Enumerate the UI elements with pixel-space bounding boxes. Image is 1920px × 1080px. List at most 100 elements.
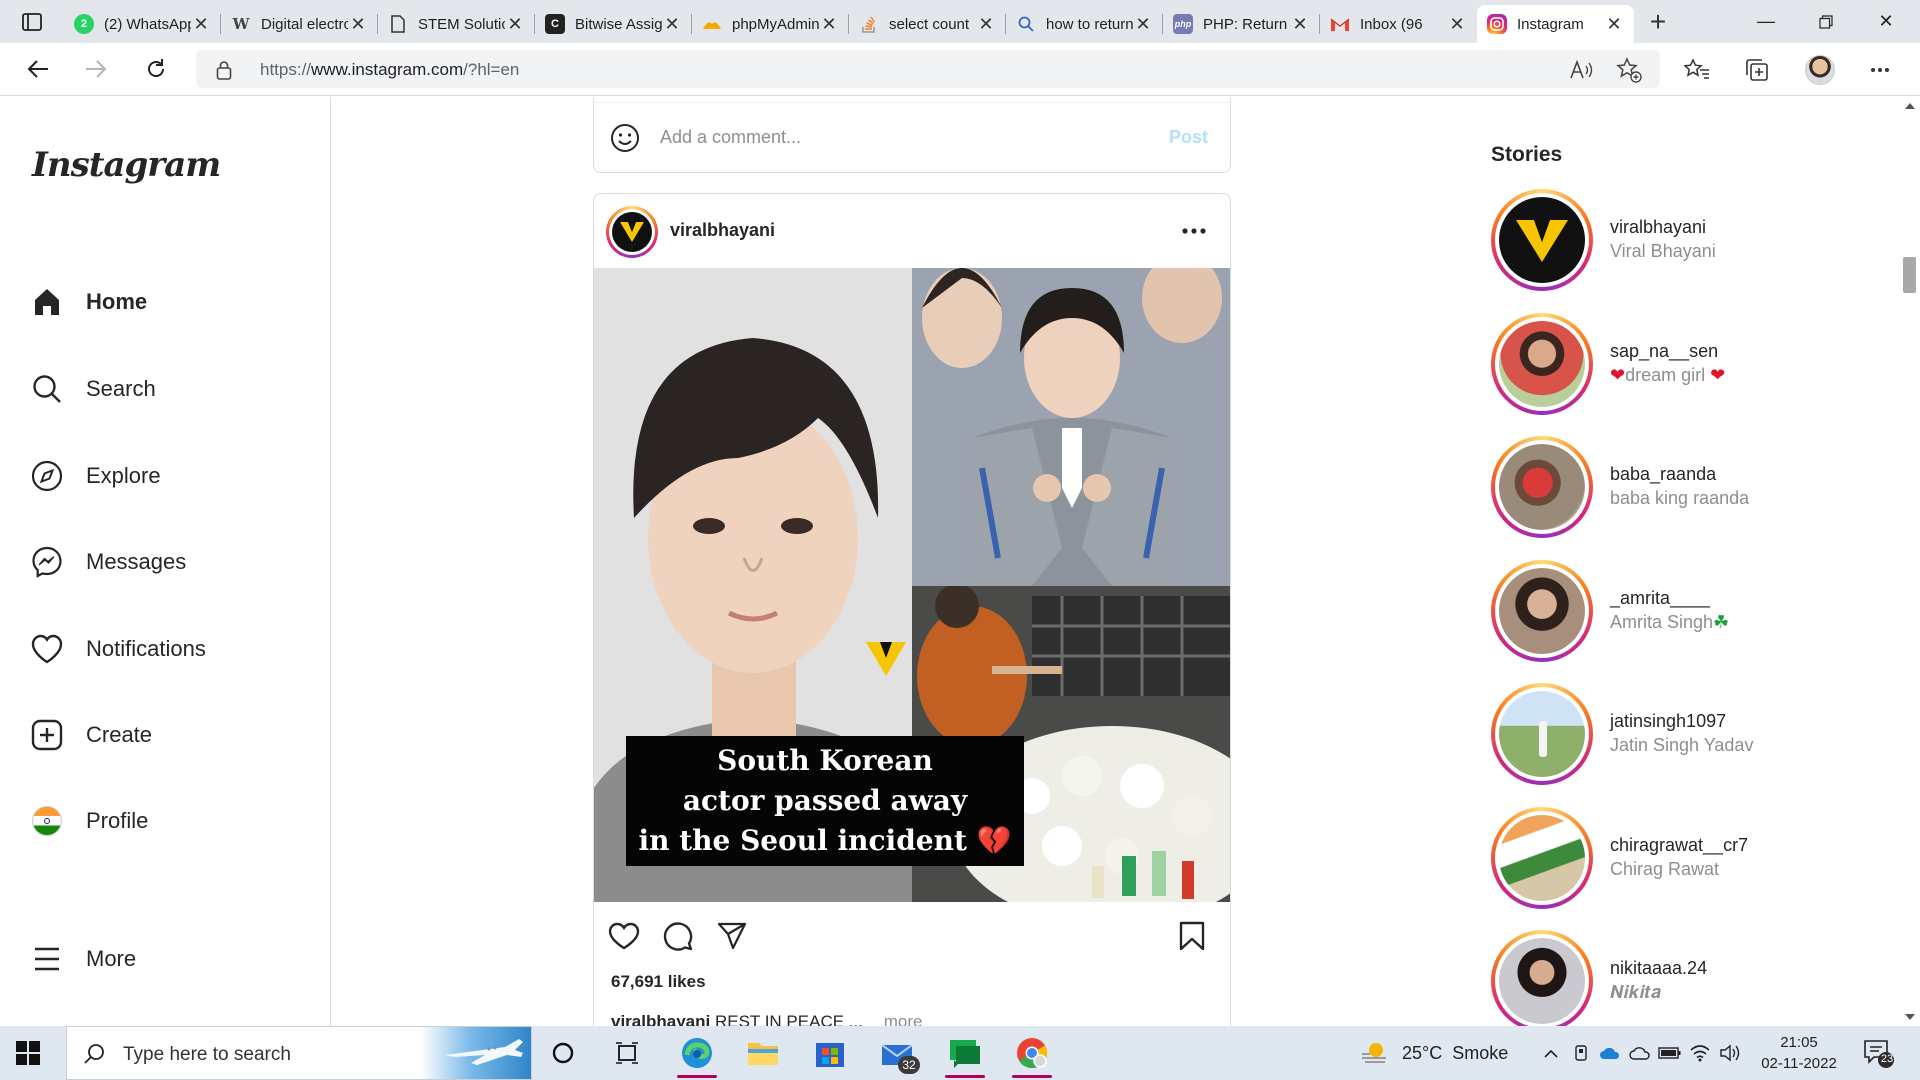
tab-how-to-return[interactable]: how to return ✕ <box>1006 5 1163 43</box>
image-caption-line-2: actor passed away <box>682 784 968 817</box>
comment-input[interactable]: Add a comment... <box>660 127 801 148</box>
share-button[interactable] <box>714 918 750 954</box>
collections-button[interactable] <box>1740 53 1774 87</box>
comment-button[interactable] <box>660 918 696 954</box>
add-favorite-button[interactable] <box>1612 53 1646 87</box>
scrollbar-thumb[interactable] <box>1903 257 1916 293</box>
tray-volume[interactable] <box>1717 1040 1743 1066</box>
settings-menu-button[interactable] <box>1863 53 1897 87</box>
red-heart-icon: ❤ <box>1710 365 1726 385</box>
scroll-down-icon[interactable] <box>1905 1014 1915 1020</box>
tab-wikipedia[interactable]: W Digital electronics ✕ <box>221 5 378 43</box>
read-aloud-button[interactable] <box>1565 53 1599 87</box>
close-icon[interactable]: ✕ <box>191 14 211 34</box>
taskbar-clock[interactable]: 21:05 02-11-2022 <box>1754 1032 1844 1074</box>
post-author-avatar[interactable] <box>606 206 658 258</box>
close-window-button[interactable]: ✕ <box>1856 0 1916 43</box>
action-center-button[interactable]: 23 <box>1862 1038 1896 1070</box>
caption-more-link[interactable]: more <box>884 1012 923 1026</box>
story-name: Amrita Singh☘ <box>1610 612 1730 632</box>
lock-icon <box>216 61 232 80</box>
taskbar-mail[interactable]: 32 <box>868 1028 928 1078</box>
post-comment-button[interactable]: Post <box>1169 127 1208 148</box>
favorites-button[interactable] <box>1680 53 1714 87</box>
post-actions <box>594 902 1230 962</box>
tab-instagram[interactable]: Instagram ✕ <box>1477 5 1634 43</box>
like-button[interactable] <box>606 918 642 954</box>
show-hidden-icons-button[interactable] <box>1538 1040 1564 1066</box>
story-item[interactable]: baba_raanda baba king raanda <box>1491 436 1821 538</box>
refresh-button[interactable] <box>136 51 176 87</box>
back-button[interactable] <box>18 51 58 87</box>
tray-network[interactable] <box>1687 1040 1713 1066</box>
taskbar-file-explorer[interactable] <box>733 1028 793 1078</box>
scroll-up-icon[interactable] <box>1905 103 1915 109</box>
tray-device[interactable] <box>1568 1040 1594 1066</box>
nav-home[interactable]: Home <box>30 274 310 330</box>
taskbar-edge[interactable] <box>667 1028 727 1078</box>
post-image[interactable]: South Korean actor passed away in the Se… <box>594 268 1230 902</box>
story-item[interactable]: chiragrawat__cr7 Chirag Rawat <box>1491 807 1821 909</box>
cloud-icon <box>1600 1047 1620 1059</box>
story-item[interactable]: jatinsingh1097 Jatin Singh Yadav <box>1491 683 1821 785</box>
profile-button[interactable] <box>1803 53 1837 87</box>
nav-messages[interactable]: Messages <box>30 534 310 590</box>
tab-inbox[interactable]: Inbox (96 ✕ <box>1320 5 1477 43</box>
close-icon[interactable]: ✕ <box>1133 14 1153 34</box>
close-icon[interactable]: ✕ <box>348 14 368 34</box>
weather-haze-icon <box>1362 1043 1386 1063</box>
nav-explore[interactable]: Explore <box>30 448 310 504</box>
likes-count[interactable]: 67,691 likes <box>611 972 706 992</box>
hamburger-menu-icon <box>30 942 64 976</box>
story-item[interactable]: viralbhayani Viral Bhayani <box>1491 189 1821 291</box>
emoji-icon[interactable] <box>610 123 640 153</box>
tab-php-return[interactable]: php PHP: Return ✕ <box>1163 5 1320 43</box>
post-options-button[interactable] <box>1176 216 1212 246</box>
story-item[interactable]: sap_na__sen ❤dream girl ❤ <box>1491 313 1821 415</box>
nav-more[interactable]: More <box>30 931 310 987</box>
close-icon[interactable]: ✕ <box>976 14 996 34</box>
nav-profile[interactable]: Profile <box>30 793 310 849</box>
comment-bar: Add a comment... Post <box>594 102 1230 172</box>
nav-notifications[interactable]: Notifications <box>30 621 310 677</box>
nav-label: Notifications <box>86 636 206 661</box>
taskbar-store[interactable] <box>800 1028 860 1078</box>
nav-create[interactable]: Create <box>30 707 310 763</box>
restore-button[interactable] <box>1796 0 1856 43</box>
tray-battery[interactable] <box>1657 1040 1683 1066</box>
page-scrollbar[interactable] <box>1900 97 1920 1026</box>
minimize-button[interactable]: — <box>1736 0 1796 43</box>
tray-onedrive[interactable] <box>1597 1040 1623 1066</box>
tab-label: (2) WhatsApp <box>104 15 191 33</box>
weather-widget[interactable]: 25°C Smoke <box>1360 1040 1508 1066</box>
start-button[interactable] <box>14 1039 42 1067</box>
close-icon[interactable]: ✕ <box>819 14 839 34</box>
tab-whatsapp[interactable]: 2 (2) WhatsApp ✕ <box>64 5 221 43</box>
forward-button[interactable] <box>76 51 116 87</box>
task-view-button[interactable] <box>533 1028 593 1078</box>
taskbar-chat[interactable] <box>935 1028 995 1078</box>
caption-username[interactable]: viralbhayani <box>611 1012 710 1026</box>
story-item[interactable]: _amrita____ Amrita Singh☘ <box>1491 560 1821 662</box>
story-item[interactable]: nikitaaaa.24 𝑵𝒊𝒌𝒊𝒕𝒂 <box>1491 930 1821 1032</box>
close-icon[interactable]: ✕ <box>505 14 525 34</box>
tray-onedrive-personal[interactable] <box>1627 1040 1653 1066</box>
tab-phpmyadmin[interactable]: phpMyAdmin ✕ <box>692 5 849 43</box>
tab-actions-button[interactable] <box>14 8 50 36</box>
tab-stem[interactable]: STEM Solutions ✕ <box>378 5 535 43</box>
instagram-logo[interactable]: Instagram <box>32 145 221 185</box>
tab-bitwise[interactable]: C Bitwise Assign ✕ <box>535 5 692 43</box>
close-icon[interactable]: ✕ <box>662 14 682 34</box>
close-icon[interactable]: ✕ <box>1290 14 1310 34</box>
close-icon[interactable]: ✕ <box>1604 14 1624 34</box>
task-view-button[interactable] <box>598 1028 658 1078</box>
taskbar-chrome[interactable] <box>1002 1028 1062 1078</box>
nav-search[interactable]: Search <box>30 361 310 417</box>
tab-select-count[interactable]: select count ✕ <box>849 5 1006 43</box>
close-icon[interactable]: ✕ <box>1447 14 1467 34</box>
save-button[interactable] <box>1174 918 1210 954</box>
post-username[interactable]: viralbhayani <box>670 220 775 241</box>
new-tab-button[interactable]: + <box>1642 6 1674 37</box>
taskbar-search-box[interactable]: Type here to search <box>66 1026 532 1080</box>
address-bar[interactable]: https://www.instagram.com/?hl=en <box>196 50 1660 88</box>
